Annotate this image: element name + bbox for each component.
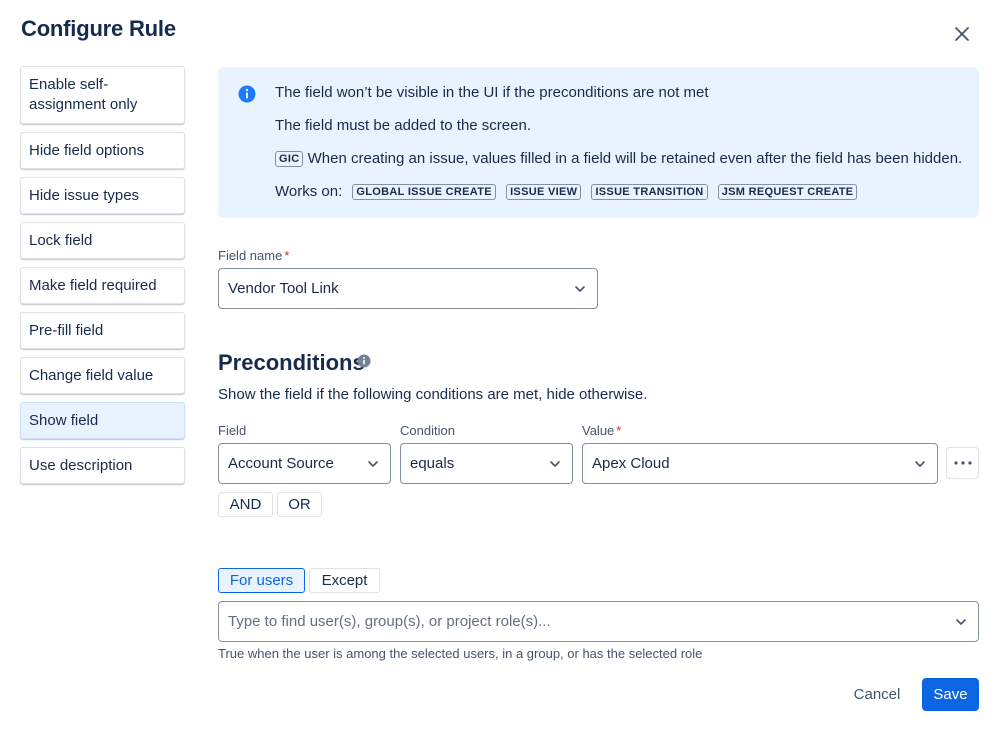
chevron-down-icon xyxy=(550,461,560,467)
sidebar-item-pre-fill-field[interactable]: Pre-fill field xyxy=(20,312,185,349)
sidebar-item-use-description[interactable]: Use description xyxy=(20,447,185,484)
works-on-label: Works on: xyxy=(275,183,343,200)
info-gic-text: When creating an issue, values filled in… xyxy=(307,150,963,167)
save-button[interactable]: Save xyxy=(922,678,979,711)
condition-operator-value: equals xyxy=(410,455,455,472)
or-button[interactable]: OR xyxy=(277,492,322,517)
gic-badge: GIC xyxy=(275,151,304,167)
field-name-label-text: Field name xyxy=(218,248,283,263)
chevron-down-icon xyxy=(368,461,378,467)
works-on-row: Works on: GLOBAL ISSUE CREATE ISSUE VIEW… xyxy=(275,183,858,200)
more-icon xyxy=(953,461,972,465)
user-search-select[interactable]: Type to find user(s), group(s), or proje… xyxy=(218,601,979,642)
field-name-label: Field name * xyxy=(218,248,289,263)
info-visibility-text: The field won’t be visible in the UI if … xyxy=(275,84,709,101)
condition-operator-select[interactable]: equals xyxy=(400,443,573,484)
sidebar-item-label: Change field value xyxy=(29,367,154,384)
condition-field-label: Field xyxy=(218,423,247,438)
works-on-badge: ISSUE VIEW xyxy=(506,184,582,200)
info-icon xyxy=(238,85,256,103)
preconditions-description: Show the field if the following conditio… xyxy=(218,386,648,403)
field-name-select[interactable]: Vendor Tool Link xyxy=(218,268,598,309)
sidebar-item-lock-field[interactable]: Lock field xyxy=(20,222,185,259)
condition-operator-label: Condition xyxy=(400,423,455,438)
user-helper-text: True when the user is among the selected… xyxy=(218,646,703,661)
sidebar-item-enable-self-assignment[interactable]: Enable self-assignment only xyxy=(20,66,185,124)
chevron-down-icon xyxy=(575,286,585,292)
works-on-badge: JSM REQUEST CREATE xyxy=(717,184,858,200)
condition-value-label: Value * xyxy=(582,423,621,438)
sidebar-item-hide-issue-types[interactable]: Hide issue types xyxy=(20,177,185,214)
except-tab[interactable]: Except xyxy=(309,568,380,593)
and-button[interactable]: AND xyxy=(218,492,273,517)
condition-value-select[interactable]: Apex Cloud xyxy=(582,443,938,484)
more-actions-button[interactable] xyxy=(946,447,979,479)
condition-field-value: Account Source xyxy=(228,455,334,472)
required-mark: * xyxy=(284,248,290,263)
sidebar-item-hide-field-options[interactable]: Hide field options xyxy=(20,132,185,169)
sidebar-item-label: Lock field xyxy=(29,232,93,249)
condition-value-label-text: Value xyxy=(582,423,615,438)
user-search-placeholder: Type to find user(s), group(s), or proje… xyxy=(228,613,551,630)
condition-field-select[interactable]: Account Source xyxy=(218,443,391,484)
sidebar-item-make-field-required[interactable]: Make field required xyxy=(20,267,185,304)
field-name-value: Vendor Tool Link xyxy=(228,280,339,297)
sidebar-item-label: Use description xyxy=(29,457,133,474)
for-users-tab[interactable]: For users xyxy=(218,568,305,593)
chevron-down-icon xyxy=(915,461,925,467)
info-icon[interactable] xyxy=(357,354,371,368)
info-panel: The field won’t be visible in the UI if … xyxy=(218,67,979,218)
info-screen-text: The field must be added to the screen. xyxy=(275,117,531,134)
sidebar-item-show-field[interactable]: Show field xyxy=(20,402,185,439)
condition-value-value: Apex Cloud xyxy=(592,455,670,472)
required-mark: * xyxy=(616,423,622,438)
works-on-badge: ISSUE TRANSITION xyxy=(591,184,708,200)
chevron-down-icon xyxy=(956,619,966,625)
close-button[interactable] xyxy=(948,20,976,48)
sidebar-item-label: Make field required xyxy=(29,277,157,294)
sidebar-item-label: Hide field options xyxy=(29,142,145,159)
sidebar-item-label: Show field xyxy=(29,412,99,429)
preconditions-heading: Preconditions xyxy=(218,350,365,375)
sidebar-item-label: Pre-fill field xyxy=(29,322,104,339)
cancel-button[interactable]: Cancel xyxy=(843,678,911,711)
sidebar-item-label: Enable self-assignment only xyxy=(29,76,138,113)
close-icon xyxy=(955,27,969,41)
works-on-badge: GLOBAL ISSUE CREATE xyxy=(352,184,496,200)
sidebar-item-label: Hide issue types xyxy=(29,187,140,204)
dialog-title: Configure Rule xyxy=(21,16,176,41)
rule-type-sidebar: Enable self-assignment only Hide field o… xyxy=(20,66,185,492)
sidebar-item-change-field-value[interactable]: Change field value xyxy=(20,357,185,394)
info-gic-row: GIC When creating an issue, values fille… xyxy=(275,150,962,167)
